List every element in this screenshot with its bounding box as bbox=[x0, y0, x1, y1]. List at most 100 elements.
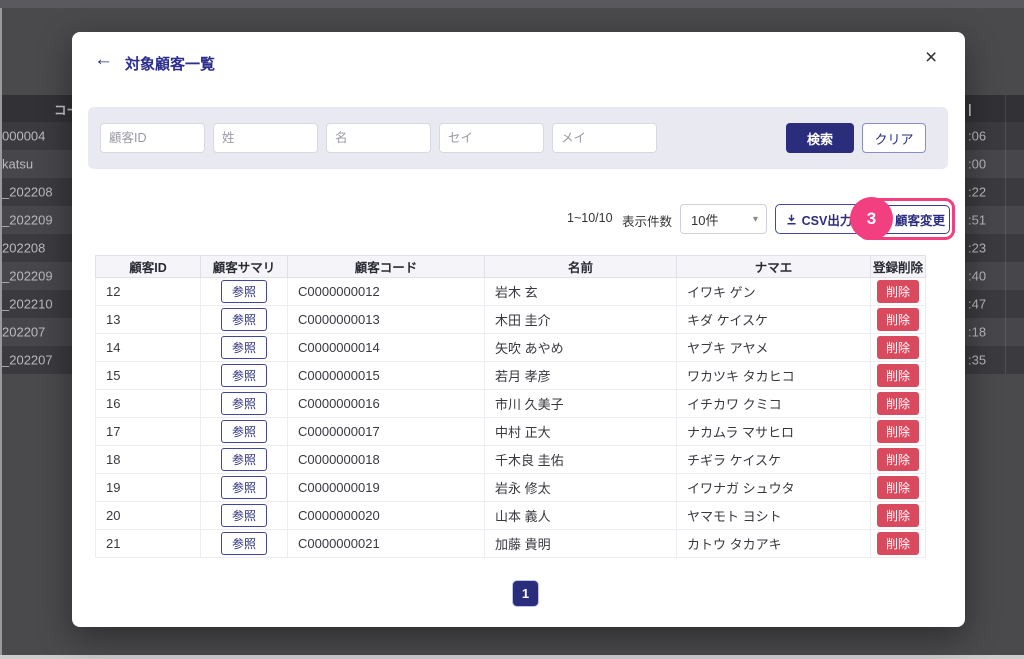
customer-summary-cell: 参照 bbox=[201, 446, 288, 474]
summary-reference-button[interactable]: 参照 bbox=[221, 364, 267, 387]
customer-kana-cell: ナカムラ マサヒロ bbox=[677, 418, 871, 446]
header-register-delete: 登録削除 bbox=[871, 256, 926, 278]
customer-code-cell: C0000000016 bbox=[288, 390, 485, 418]
backdrop-left-fragment: _202209 bbox=[2, 213, 53, 228]
page-size-select[interactable]: 10件 ▾ bbox=[680, 204, 767, 234]
summary-reference-button[interactable]: 参照 bbox=[221, 420, 267, 443]
table-row: 15参照C0000000015若月 孝彦ワカツキ タカヒコ削除 bbox=[96, 362, 926, 390]
customer-name-cell: 山本 義人 bbox=[485, 502, 677, 530]
customer-change-button[interactable]: 顧客変更 bbox=[873, 205, 950, 234]
customer-summary-cell: 参照 bbox=[201, 502, 288, 530]
summary-reference-button[interactable]: 参照 bbox=[221, 280, 267, 303]
customer-code-cell: C0000000019 bbox=[288, 474, 485, 502]
customer-delete-cell: 削除 bbox=[871, 390, 926, 418]
customer-delete-cell: 削除 bbox=[871, 446, 926, 474]
backdrop-left-fragment: 000004 bbox=[2, 129, 45, 144]
customer-delete-cell: 削除 bbox=[871, 530, 926, 558]
csv-export-button[interactable]: CSV出力 bbox=[775, 204, 862, 234]
customer-delete-cell: 削除 bbox=[871, 418, 926, 446]
customer-kana-cell: カトウ タカアキ bbox=[677, 530, 871, 558]
table-row: 12参照C0000000012岩木 玄イワキ ゲン削除 bbox=[96, 278, 926, 306]
customer-delete-cell: 削除 bbox=[871, 362, 926, 390]
backdrop-right-fragment: :06 bbox=[968, 129, 986, 144]
customer-name-cell: 木田 圭介 bbox=[485, 306, 677, 334]
customer-kana-cell: イチカワ クミコ bbox=[677, 390, 871, 418]
customer-name-cell: 矢吹 あやめ bbox=[485, 334, 677, 362]
backdrop-left-fragment: 202207 bbox=[2, 325, 45, 340]
delete-button[interactable]: 削除 bbox=[877, 336, 919, 359]
header-customer-id: 顧客ID bbox=[96, 256, 201, 278]
customer-table: 顧客ID 顧客サマリ 顧客コード 名前 ナマエ 登録削除 12参照C000000… bbox=[95, 255, 926, 558]
customer-name-cell: 若月 孝彦 bbox=[485, 362, 677, 390]
delete-button[interactable]: 削除 bbox=[877, 420, 919, 443]
table-row: 16参照C0000000016市川 久美子イチカワ クミコ削除 bbox=[96, 390, 926, 418]
summary-reference-button[interactable]: 参照 bbox=[221, 392, 267, 415]
customer-change-label: 顧客変更 bbox=[895, 210, 945, 229]
summary-reference-button[interactable]: 参照 bbox=[221, 308, 267, 331]
customer-delete-cell: 削除 bbox=[871, 474, 926, 502]
customer-id-input[interactable] bbox=[100, 123, 205, 153]
table-row: 13 参照 C0000000013木田 圭介キダ ケイスケ削除 bbox=[96, 306, 926, 334]
customer-id-cell: 19 bbox=[96, 474, 201, 502]
last-name-input[interactable] bbox=[213, 123, 318, 153]
backdrop-right-fragment: :23 bbox=[968, 241, 986, 256]
close-icon[interactable]: × bbox=[925, 47, 937, 68]
customer-name-cell: 中村 正大 bbox=[485, 418, 677, 446]
backdrop-right-fragment: :22 bbox=[968, 185, 986, 200]
customer-kana-cell: イワナガ シュウタ bbox=[677, 474, 871, 502]
customer-code-cell: C0000000018 bbox=[288, 446, 485, 474]
customer-kana-cell: チギラ ケイスケ bbox=[677, 446, 871, 474]
backdrop-left-edge bbox=[0, 8, 2, 659]
delete-button[interactable]: 削除 bbox=[877, 476, 919, 499]
table-row: 21参照C0000000021加藤 貴明カトウ タカアキ削除 bbox=[96, 530, 926, 558]
delete-button[interactable]: 削除 bbox=[877, 532, 919, 555]
delete-button[interactable]: 削除 bbox=[877, 392, 919, 415]
customer-delete-cell: 削除 bbox=[871, 502, 926, 530]
customer-summary-cell: 参照 bbox=[201, 278, 288, 306]
clear-button[interactable]: クリア bbox=[862, 123, 926, 153]
summary-reference-button[interactable]: 参照 bbox=[221, 476, 267, 499]
summary-reference-button[interactable]: 参照 bbox=[221, 532, 267, 555]
customer-name-cell: 岩永 修太 bbox=[485, 474, 677, 502]
header-customer-summary: 顧客サマリ bbox=[201, 256, 288, 278]
summary-reference-button[interactable]: 参照 bbox=[221, 504, 267, 527]
customer-summary-cell: 参照 bbox=[201, 530, 288, 558]
delete-button[interactable]: 削除 bbox=[877, 308, 919, 331]
customer-id-cell: 20 bbox=[96, 502, 201, 530]
customer-summary-cell: 参照 bbox=[201, 474, 288, 502]
backdrop-bottom-edge bbox=[0, 655, 1024, 659]
search-button[interactable]: 検索 bbox=[786, 123, 854, 153]
backdrop-right-fragment: :47 bbox=[968, 297, 986, 312]
customer-code-cell: C0000000021 bbox=[288, 530, 485, 558]
table-row: 19 参照 C0000000019岩永 修太イワナガ シュウタ削除 bbox=[96, 474, 926, 502]
customer-kana-cell: ワカツキ タカヒコ bbox=[677, 362, 871, 390]
customer-code-cell: C0000000014 bbox=[288, 334, 485, 362]
backdrop-right-fragment: :18 bbox=[968, 325, 986, 340]
delete-button[interactable]: 削除 bbox=[877, 280, 919, 303]
first-name-kana-input[interactable] bbox=[552, 123, 657, 153]
first-name-input[interactable] bbox=[326, 123, 431, 153]
pagination-page-1-button[interactable]: 1 bbox=[512, 580, 539, 607]
customer-name-cell: 加藤 貴明 bbox=[485, 530, 677, 558]
table-row: 20参照C0000000020山本 義人ヤマモト ヨシト削除 bbox=[96, 502, 926, 530]
back-arrow-icon[interactable]: ← bbox=[94, 50, 113, 69]
delete-button[interactable]: 削除 bbox=[877, 448, 919, 471]
summary-reference-button[interactable]: 参照 bbox=[221, 448, 267, 471]
delete-button[interactable]: 削除 bbox=[877, 364, 919, 387]
customer-id-cell: 13 bbox=[96, 306, 201, 334]
result-range-text: 1~10/10 bbox=[567, 211, 613, 225]
summary-reference-button[interactable]: 参照 bbox=[221, 336, 267, 359]
customer-kana-cell: キダ ケイスケ bbox=[677, 306, 871, 334]
last-name-kana-input[interactable] bbox=[439, 123, 544, 153]
table-row: 18参照C0000000018千木良 圭佑チギラ ケイスケ削除 bbox=[96, 446, 926, 474]
customer-code-cell: C0000000013 bbox=[288, 306, 485, 334]
delete-button[interactable]: 削除 bbox=[877, 504, 919, 527]
backdrop-right-fragment: :35 bbox=[968, 353, 986, 368]
backdrop-left-fragment: katsu bbox=[2, 157, 33, 172]
customer-id-cell: 18 bbox=[96, 446, 201, 474]
header-customer-code: 顧客コード bbox=[288, 256, 485, 278]
customer-delete-cell: 削除 bbox=[871, 306, 926, 334]
backdrop-left-fragment: _202207 bbox=[2, 353, 53, 368]
customer-code-cell: C0000000012 bbox=[288, 278, 485, 306]
backdrop-left-fragment: _202209 bbox=[2, 269, 53, 284]
